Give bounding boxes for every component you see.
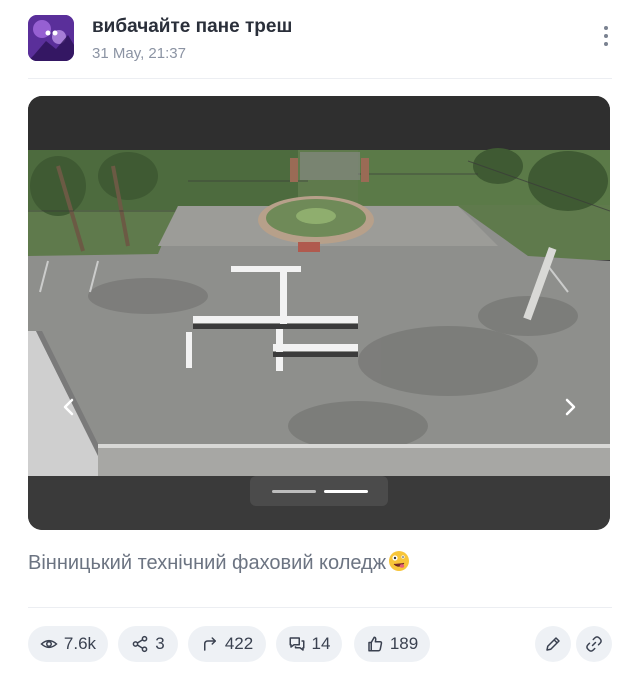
eye-icon: [40, 639, 58, 649]
likes-counter[interactable]: 189: [354, 626, 430, 662]
views-counter[interactable]: 7.6k: [28, 626, 108, 662]
repost-arrow-icon: [203, 637, 216, 651]
edit-button[interactable]: [535, 626, 571, 662]
views-count: 7.6k: [63, 634, 97, 653]
slide-dot-1[interactable]: [272, 490, 316, 493]
pencil-icon: [546, 637, 560, 651]
more-vertical-icon[interactable]: [598, 24, 614, 52]
chevron-left-icon[interactable]: [56, 394, 82, 420]
comments-count: 14: [311, 634, 331, 653]
reposts-counter[interactable]: 422: [188, 626, 266, 662]
shares-count: 3: [155, 634, 165, 653]
footer-divider: [28, 607, 612, 608]
avatar[interactable]: [28, 15, 74, 61]
copy-link-button[interactable]: [576, 626, 612, 662]
post-header: вибачайте пане треш 31 May, 21:37: [0, 0, 640, 78]
shares-counter[interactable]: 3: [118, 626, 178, 662]
slide-dot-2-active[interactable]: [324, 490, 368, 493]
photo: [28, 96, 610, 530]
link-icon: [586, 636, 602, 652]
share-icon: [132, 635, 148, 653]
post-date: 31 May, 21:37: [92, 45, 186, 62]
reposts-count: 422: [224, 634, 254, 653]
chevron-right-icon[interactable]: [557, 394, 583, 420]
slide-indicator[interactable]: [250, 476, 388, 506]
author-name[interactable]: вибачайте пане треш: [92, 16, 292, 38]
likes-count: 189: [389, 634, 419, 653]
avatar-image: [28, 15, 74, 61]
header-divider: [28, 78, 612, 79]
photo-gallery[interactable]: [28, 96, 610, 530]
caption-text: Вінницький технічний фаховий коледж: [28, 552, 387, 574]
comments-icon: [289, 637, 305, 651]
thumbs-up-icon: [368, 636, 383, 652]
zany-face-emoji: [388, 550, 410, 572]
comments-counter[interactable]: 14: [276, 626, 342, 662]
post-caption: Вінницький технічний фаховий коледж: [28, 550, 410, 575]
